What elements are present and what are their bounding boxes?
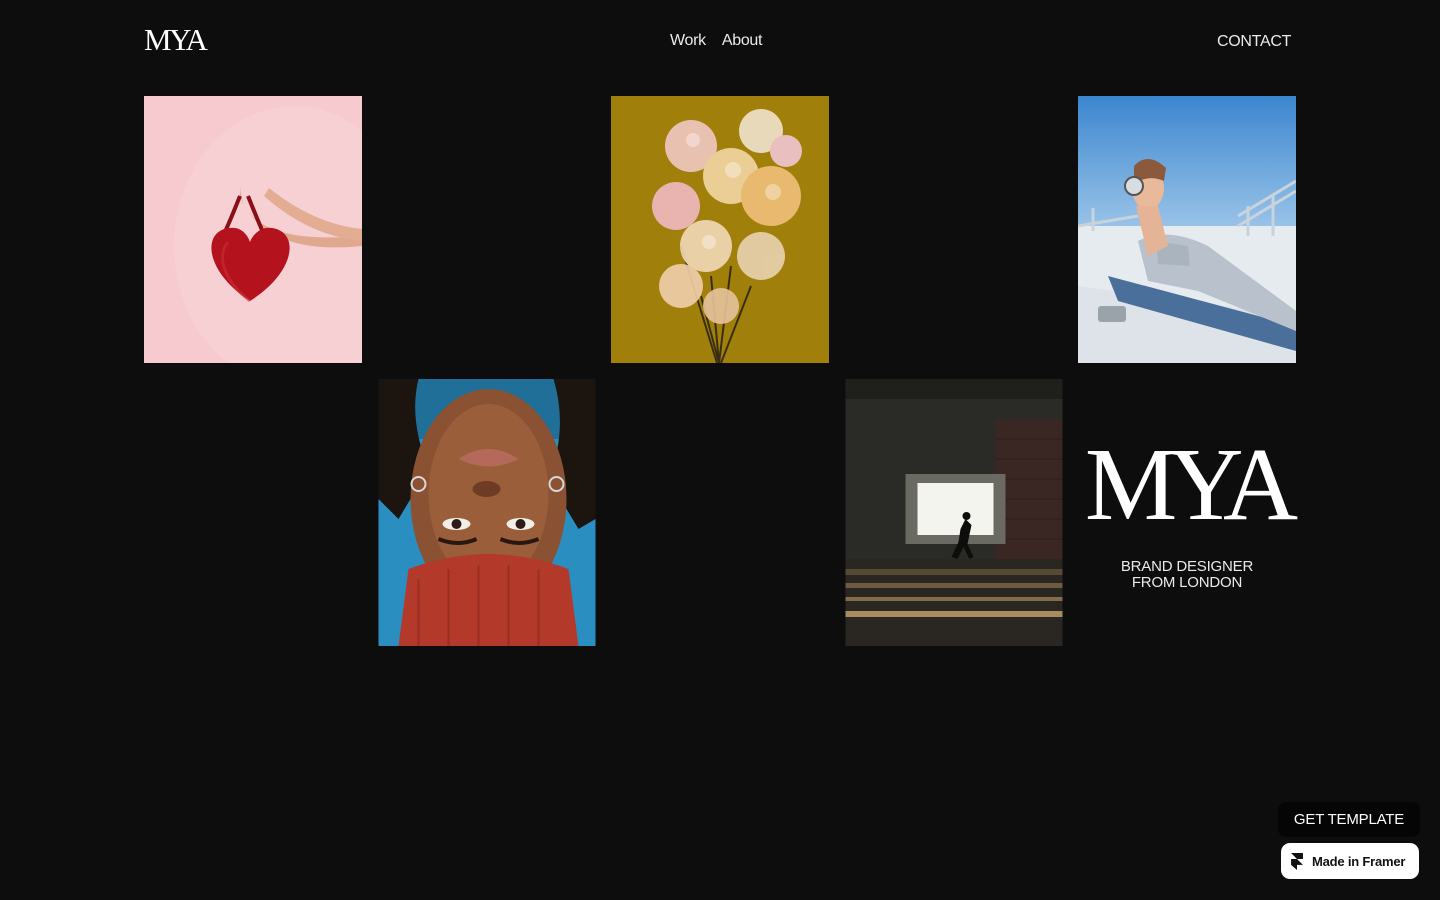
- gallery-item-heart-bag[interactable]: [144, 96, 362, 363]
- gallery-item-glass-flowers[interactable]: [611, 96, 829, 363]
- framer-icon: [1291, 852, 1303, 870]
- heart-bag-photo: [144, 96, 362, 363]
- main-nav: Work About: [670, 32, 762, 50]
- made-in-framer-badge[interactable]: Made in Framer: [1281, 843, 1419, 879]
- nav-item-about[interactable]: About: [722, 32, 763, 50]
- brand-block: MYA BRAND DESIGNER FROM LONDON: [1078, 379, 1298, 646]
- brand-logo: MYA: [1084, 427, 1298, 542]
- contact-link[interactable]: CONTACT: [1217, 33, 1291, 51]
- nav-item-work[interactable]: Work: [670, 32, 706, 50]
- made-in-framer-label: Made in Framer: [1312, 853, 1406, 869]
- gallery-item-upside-down-portrait[interactable]: [378, 379, 596, 646]
- gallery-item-night-runner[interactable]: [845, 379, 1063, 646]
- gallery-item-rooftop-headphones[interactable]: [1078, 96, 1296, 363]
- brand-tagline: BRAND DESIGNER FROM LONDON: [1078, 559, 1296, 591]
- tagline-line-2: FROM LONDON: [1131, 574, 1243, 591]
- rooftop-headphones-photo: [1078, 96, 1296, 363]
- tagline-line-1: BRAND DESIGNER: [1120, 558, 1254, 575]
- site-logo[interactable]: MYA: [144, 24, 208, 55]
- site-header: MYA Work About CONTACT: [0, 0, 1440, 84]
- night-runner-photo: [845, 379, 1063, 646]
- upside-down-portrait-photo: [378, 379, 596, 646]
- get-template-button[interactable]: GET TEMPLATE: [1278, 802, 1420, 837]
- glass-flowers-photo: [611, 96, 829, 363]
